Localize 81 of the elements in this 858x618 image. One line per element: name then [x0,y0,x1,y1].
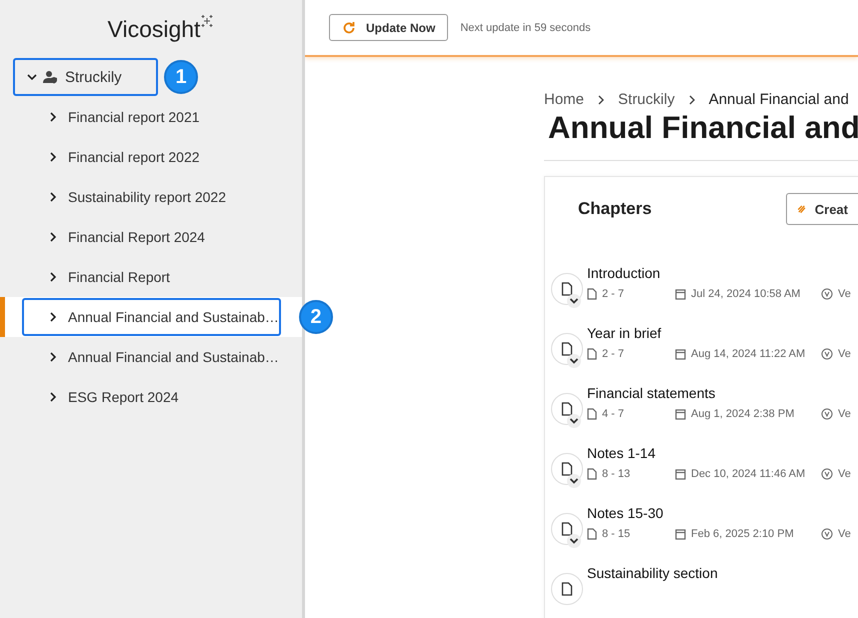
expand-toggle[interactable] [567,534,581,548]
page-range: 8 - 13 [602,468,630,480]
chevron-icon [597,94,606,104]
tree-item[interactable]: Sustainability report 2022 [22,178,289,216]
callout-badge: 1 [164,60,198,94]
expand-toggle[interactable] [567,294,581,308]
user-shield-icon [43,70,59,84]
expand-toggle[interactable] [567,414,581,428]
page-range: 4 - 7 [602,408,624,420]
chapter-title[interactable]: Year in brief [587,325,662,341]
chevron-icon [48,152,58,162]
calendar-icon [675,348,686,360]
page-icon [587,288,597,300]
version-icon [821,288,833,300]
tree-item[interactable]: Annual Financial and Sustainab… [22,298,281,336]
refresh-icon [342,20,356,34]
modified-date: Dec 10, 2024 11:46 AM [691,468,806,480]
update-status: Next update in 59 seconds [460,22,591,34]
chevron-icon [569,357,579,365]
page-icon [587,468,597,480]
chevron-icon [48,312,58,322]
document-icon [551,573,583,605]
chevron-icon [569,477,579,485]
tree-item[interactable]: ESG Report 2024 [22,378,289,416]
page-icon [587,528,597,540]
page-range: 8 - 15 [602,528,630,540]
chevron-icon [569,297,579,305]
version-text: Ve [838,288,851,300]
version-text: Ve [838,468,851,480]
breadcrumb-link[interactable]: Home [544,91,584,108]
chevron-icon [48,272,58,282]
tree-item[interactable]: Financial report 2021 [22,98,289,136]
page-icon [587,408,597,420]
calendar-icon [675,528,686,540]
chevron-icon [569,417,579,425]
chapter-title[interactable]: Financial statements [587,385,716,401]
create-button[interactable]: Creat [786,193,858,225]
callout-badge: 2 [298,300,333,334]
chevron-icon [48,352,58,362]
version-icon [821,468,833,480]
calendar-icon [675,468,686,480]
tree-item[interactable]: Financial Report [22,258,289,296]
page-icon [587,348,597,360]
chevron-icon [27,72,37,82]
section-heading: Chapters [578,199,653,219]
version-text: Ve [838,408,851,420]
chapter-title[interactable]: Notes 1-14 [587,445,656,461]
chevron-icon [48,112,58,122]
expand-toggle[interactable] [567,354,581,368]
version-text: Ve [838,528,851,540]
tree-item[interactable]: Financial report 2022 [22,138,289,176]
expand-toggle[interactable] [567,474,581,488]
sparkle-icon [200,14,214,28]
modified-date: Jul 24, 2024 10:58 AM [691,288,800,300]
calendar-icon [675,408,686,420]
chevron-icon [688,94,696,104]
chevron-icon [48,232,58,242]
tree-item[interactable]: Financial Report 2024 [22,218,289,256]
version-icon [821,348,833,360]
update-button[interactable]: Update Now [329,14,448,41]
version-icon [821,528,833,540]
chapter-title[interactable]: Notes 15-30 [587,505,664,521]
version-text: Ve [838,348,851,360]
chevron-icon [569,537,579,545]
page-range: 2 - 7 [602,348,624,360]
page-range: 2 - 7 [602,288,624,300]
chapter-title[interactable]: Introduction [587,265,660,281]
chevron-icon [48,392,58,402]
page-title: Annual Financial and [548,110,858,146]
tree-item[interactable]: Struckily [13,58,158,96]
chapter-title[interactable]: Sustainability section [587,565,718,581]
logo-text: Vicosight [108,16,200,43]
breadcrumb-link[interactable]: Annual Financial and [708,91,849,108]
modified-date: Aug 14, 2024 11:22 AM [691,348,806,360]
version-icon [821,408,833,420]
modified-date: Feb 6, 2025 2:10 PM [691,528,794,540]
tree-item[interactable]: Annual Financial and Sustainab… [22,338,289,376]
calendar-icon [675,288,686,300]
chevron-icon [48,192,58,202]
modified-date: Aug 1, 2024 2:38 PM [691,408,794,420]
breadcrumb-link[interactable]: Struckily [618,91,675,108]
